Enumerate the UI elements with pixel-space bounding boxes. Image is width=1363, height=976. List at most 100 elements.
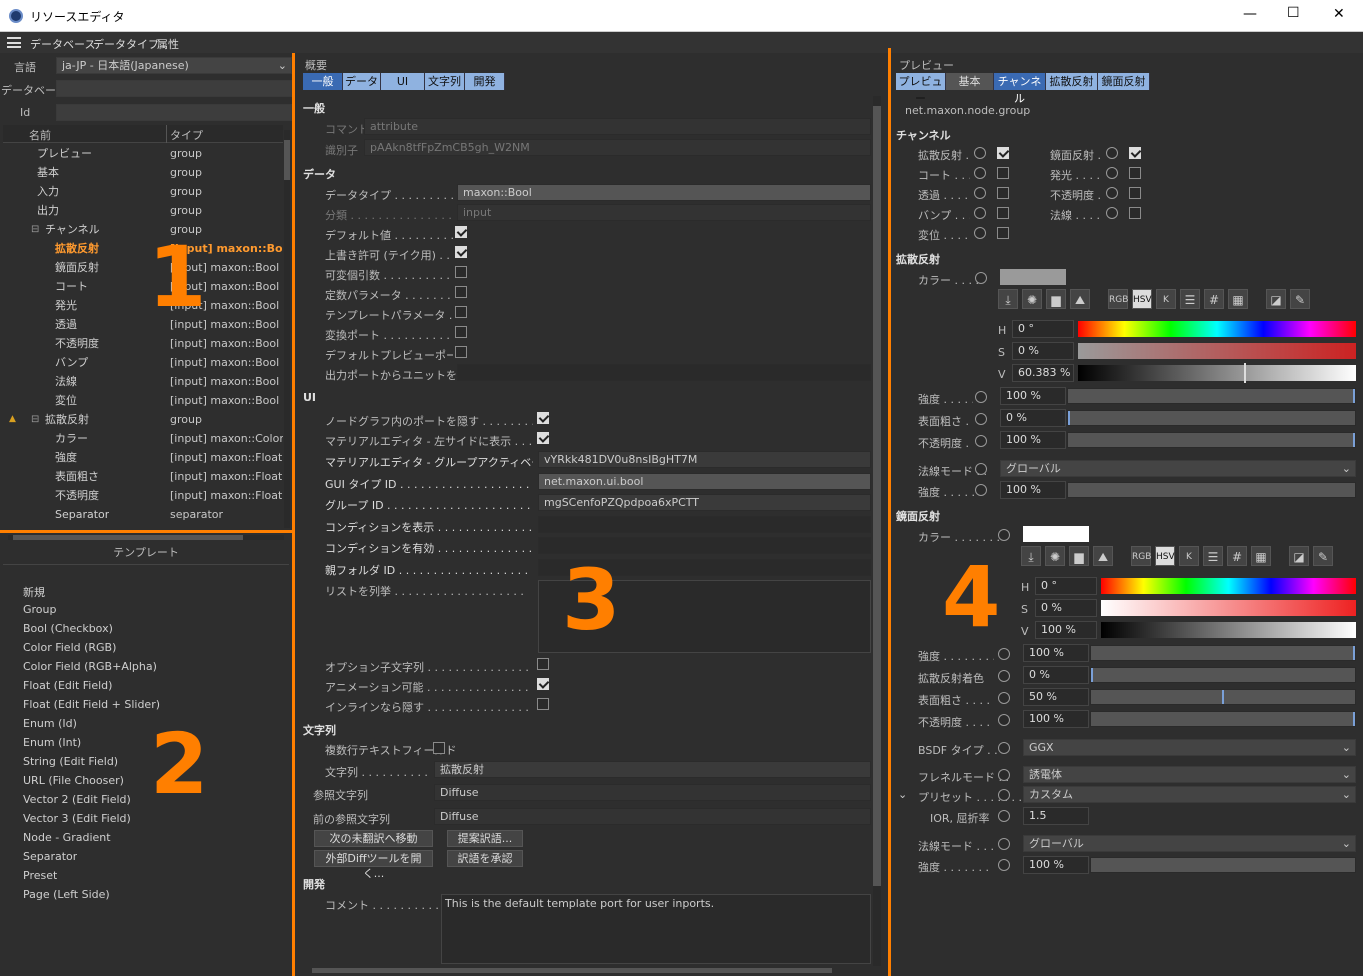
grid-icon[interactable]: ▦ — [1251, 546, 1271, 566]
color-wheel-icon[interactable]: ✺ — [1022, 289, 1042, 309]
image-icon[interactable]: ⛰ — [1070, 289, 1090, 309]
channel-anim-icon[interactable] — [1106, 187, 1118, 199]
mid-h-scrollbar[interactable] — [312, 968, 832, 973]
param-slider[interactable] — [1067, 432, 1356, 448]
specular-color-swatch[interactable] — [1023, 526, 1089, 542]
option-checkbox[interactable] — [455, 246, 467, 258]
param-slider[interactable] — [1090, 667, 1356, 683]
param-anim-icon[interactable] — [975, 391, 987, 403]
preset-dropdown[interactable]: カスタム ⌄ — [1023, 786, 1356, 803]
suggest-translation-button[interactable]: 提案訳語... — [447, 830, 523, 847]
option-checkbox[interactable] — [537, 678, 549, 690]
mid-scrollbar[interactable] — [873, 96, 881, 966]
param-slider[interactable] — [1090, 711, 1356, 727]
template-item[interactable]: Enum (Id) — [23, 717, 77, 730]
channel-anim-icon[interactable] — [974, 187, 986, 199]
template-item[interactable]: Color Field (RGB+Alpha) — [23, 660, 157, 673]
tree-scrollbar[interactable] — [284, 130, 290, 528]
channel-anim-icon[interactable] — [1106, 207, 1118, 219]
rgb-icon[interactable]: RGB — [1131, 546, 1151, 566]
sat-field[interactable]: 0 % — [1012, 342, 1074, 360]
open-diff-button[interactable]: 外部Diffツールを開く... — [314, 850, 433, 880]
template-item[interactable]: Float (Edit Field) — [23, 679, 112, 692]
close-button[interactable]: ✕ — [1333, 6, 1345, 22]
spec-sat-field[interactable]: 0 % — [1035, 599, 1097, 617]
tree-row[interactable]: 強度 [input] maxon::Float — [3, 448, 283, 467]
tree-row[interactable]: 拡散反射 [input] maxon::Bool — [3, 239, 283, 258]
option-checkbox[interactable] — [537, 698, 549, 710]
diffuse-color-swatch[interactable] — [1000, 269, 1066, 285]
template-item[interactable]: Group — [23, 603, 57, 616]
tree-row[interactable]: 出力 group — [3, 201, 283, 220]
mixer-icon[interactable]: ☰ — [1203, 546, 1223, 566]
grid-icon[interactable]: ▦ — [1228, 289, 1248, 309]
spec-strength2-slider[interactable] — [1090, 857, 1356, 873]
gradient-icon[interactable]: ▆ — [1069, 546, 1089, 566]
channel-anim-icon[interactable] — [974, 167, 986, 179]
val-field[interactable]: 60.383 % — [1012, 364, 1074, 382]
hue-slider[interactable] — [1078, 321, 1356, 337]
tab-preview[interactable]: プレビュー — [896, 73, 946, 105]
diffuse-strength2-field[interactable]: 100 % — [1000, 481, 1066, 499]
channel-anim-icon[interactable] — [1106, 167, 1118, 179]
mixer-icon[interactable]: ☰ — [1180, 289, 1200, 309]
param-field[interactable]: 100 % — [1023, 644, 1089, 662]
tree-row[interactable]: プレビュー group — [3, 144, 283, 163]
ui-field-value[interactable]: net.maxon.ui.bool — [538, 472, 871, 490]
ui-field-value[interactable]: mgSCenfoPZQpdpoa6xPCTT — [538, 494, 871, 511]
template-item[interactable]: Float (Edit Field + Slider) — [23, 698, 160, 711]
channel-checkbox[interactable] — [997, 207, 1009, 219]
tree-row[interactable]: 鏡面反射 [input] maxon::Bool — [3, 258, 283, 277]
color-wheel-icon[interactable]: ✺ — [1045, 546, 1065, 566]
tree-row[interactable]: 入力 group — [3, 182, 283, 201]
tree-row[interactable]: 法線 [input] maxon::Bool — [3, 372, 283, 391]
param-field[interactable]: 100 % — [1023, 710, 1089, 728]
param-anim-icon[interactable] — [998, 670, 1010, 682]
bsdf-dropdown[interactable]: GGX ⌄ — [1023, 739, 1356, 756]
param-anim-icon[interactable] — [998, 648, 1010, 660]
menu-datatype[interactable]: データタイプ — [93, 36, 159, 52]
tree-row[interactable]: カラー [input] maxon::Color — [3, 429, 283, 448]
compress-icon[interactable]: ⤓ — [998, 289, 1018, 309]
channel-checkbox[interactable] — [997, 187, 1009, 199]
param-anim-icon[interactable] — [998, 714, 1010, 726]
val-slider[interactable] — [1078, 363, 1356, 383]
collapse-icon[interactable]: ⊟ — [31, 220, 39, 239]
template-item[interactable]: String (Edit Field) — [23, 755, 118, 768]
tab-diffuse[interactable]: 拡散反射 — [1046, 73, 1098, 90]
template-item[interactable]: URL (File Chooser) — [23, 774, 124, 787]
hsv-icon[interactable]: HSV — [1132, 289, 1152, 309]
channel-checkbox[interactable] — [1129, 147, 1141, 159]
approve-translation-button[interactable]: 訳語を承認 — [447, 850, 523, 867]
spec-hue-field[interactable]: 0 ° — [1035, 577, 1097, 595]
tab-specular[interactable]: 鏡面反射 — [1098, 73, 1150, 90]
tree-row[interactable]: ⊟ チャンネル group — [3, 220, 283, 239]
comment-field[interactable]: This is the default template port for us… — [441, 894, 871, 964]
spec-val-slider[interactable] — [1101, 622, 1356, 638]
k-icon[interactable]: K — [1156, 289, 1176, 309]
diffuse-normal-mode-dropdown[interactable]: グローバル ⌄ — [1000, 460, 1356, 477]
option-checkbox[interactable] — [455, 306, 467, 318]
diffuse-strength2-anim-icon[interactable] — [975, 484, 987, 496]
channel-checkbox[interactable] — [997, 167, 1009, 179]
preset-expand-icon[interactable]: ⌄ — [898, 788, 907, 801]
template-item[interactable]: Node - Gradient — [23, 831, 111, 844]
template-item[interactable]: Page (Left Side) — [23, 888, 110, 901]
tab-data[interactable]: データ — [343, 73, 381, 90]
diffuse-normal-anim-icon[interactable] — [975, 463, 987, 475]
col-type-header[interactable]: タイプ — [170, 127, 203, 143]
spec-val-field[interactable]: 100 % — [1035, 621, 1097, 639]
hash-icon[interactable]: # — [1227, 546, 1247, 566]
template-item[interactable]: Vector 3 (Edit Field) — [23, 812, 131, 825]
spec-strength2-field[interactable]: 100 % — [1023, 856, 1089, 874]
param-slider[interactable] — [1090, 645, 1356, 661]
ior-anim-icon[interactable] — [998, 810, 1010, 822]
template-item[interactable]: Enum (Int) — [23, 736, 81, 749]
maximize-button[interactable]: ☐ — [1287, 5, 1300, 21]
param-slider[interactable] — [1067, 388, 1356, 404]
tree-row[interactable]: 表面粗さ [input] maxon::Float — [3, 467, 283, 486]
diffuse-color-anim-icon[interactable] — [975, 272, 987, 284]
tree-row[interactable]: コート [input] maxon::Bool — [3, 277, 283, 296]
param-field[interactable]: 0 % — [1023, 666, 1089, 684]
preset-anim-icon[interactable] — [998, 789, 1010, 801]
